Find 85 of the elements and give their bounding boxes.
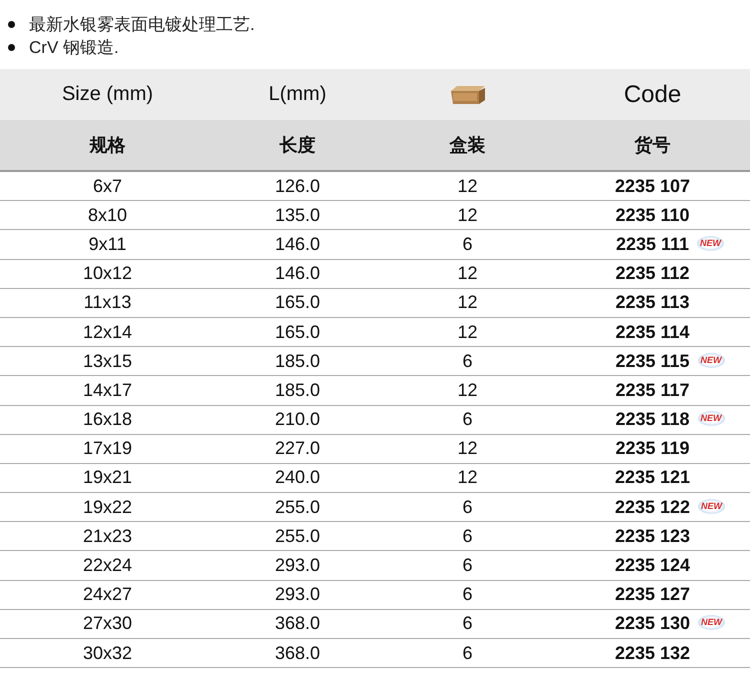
column-header: 盒装 bbox=[450, 134, 486, 157]
table-cell: 12 bbox=[457, 176, 478, 197]
table-cell: 6 bbox=[462, 350, 472, 372]
new-badge: NEW bbox=[698, 411, 725, 426]
box-icon bbox=[448, 84, 486, 104]
table-cell: 12 bbox=[457, 204, 478, 226]
table-cell: 12 bbox=[457, 263, 478, 284]
new-badge: NEW bbox=[697, 236, 724, 251]
bullet-text: 最新水银雾表面电镀处理工艺. bbox=[29, 14, 255, 36]
table-cell: 2235 115 bbox=[615, 350, 690, 371]
table-cell: 255.0 bbox=[274, 496, 320, 518]
table-cell: 2235 111 bbox=[616, 234, 690, 254]
table-cell: 6x7 bbox=[92, 176, 122, 197]
table-cell: 368.0 bbox=[274, 642, 320, 664]
table-cell: 2235 107 bbox=[614, 176, 690, 196]
table-cell: 12 bbox=[457, 467, 478, 488]
table-cell: 24x27 bbox=[82, 584, 132, 606]
table-cell: 2235 132 bbox=[614, 642, 690, 663]
column-header: 规格 bbox=[90, 134, 126, 157]
table-cell: 12 bbox=[457, 438, 478, 460]
table-cell: 2235 114 bbox=[615, 322, 690, 342]
table-cell: 10x12 bbox=[82, 263, 132, 284]
table-cell: 19x21 bbox=[82, 467, 132, 488]
table-cell: 16x18 bbox=[82, 409, 132, 430]
table-cell: 165.0 bbox=[274, 292, 320, 314]
column-header: Code bbox=[624, 80, 682, 108]
table-cell: 2235 119 bbox=[615, 438, 690, 458]
table-cell: 227.0 bbox=[274, 438, 320, 460]
table-cell: 13x15 bbox=[82, 350, 132, 372]
table-cell: 135.0 bbox=[274, 204, 320, 226]
table-cell: 368.0 bbox=[274, 613, 320, 634]
table-cell: 146.0 bbox=[274, 263, 320, 284]
table-cell: 6 bbox=[462, 526, 472, 547]
table-cell: 11x13 bbox=[84, 292, 132, 314]
table-cell: 19x22 bbox=[82, 496, 132, 518]
table-cell: 6 bbox=[462, 584, 472, 606]
table-cell: 12 bbox=[457, 292, 478, 314]
table-cell: 210.0 bbox=[274, 409, 320, 430]
table-cell: 12 bbox=[457, 322, 478, 343]
table-cell: 6 bbox=[462, 555, 472, 576]
table-cell: 2235 127 bbox=[614, 584, 690, 604]
table-cell: 126.0 bbox=[274, 176, 320, 197]
table-cell: 14x17 bbox=[82, 380, 132, 401]
column-header: Size (mm) bbox=[62, 83, 154, 106]
new-badge: NEW bbox=[698, 498, 726, 514]
table-cell: 6 bbox=[462, 409, 472, 430]
table-cell: 6 bbox=[462, 234, 472, 255]
table-cell: 2235 113 bbox=[615, 292, 690, 312]
table-cell: 22x24 bbox=[82, 555, 132, 576]
table-cell: 185.0 bbox=[274, 350, 320, 372]
column-header: 长度 bbox=[280, 134, 316, 157]
table-cell: 2235 110 bbox=[615, 204, 690, 225]
column-header: 货号 bbox=[634, 134, 670, 157]
table-cell: 165.0 bbox=[274, 322, 320, 343]
table-cell: 2235 117 bbox=[615, 380, 690, 400]
table-cell: 21x23 bbox=[82, 526, 132, 547]
table-cell: 185.0 bbox=[274, 380, 320, 401]
bullet-icon bbox=[8, 44, 15, 51]
table-cell: 12 bbox=[457, 380, 478, 401]
table-cell: 2235 122 bbox=[614, 496, 690, 517]
table-cell: 146.0 bbox=[274, 234, 320, 255]
table-cell: 17x19 bbox=[82, 438, 132, 460]
table-cell: 8x10 bbox=[88, 204, 128, 226]
new-badge: NEW bbox=[698, 615, 726, 630]
column-header: L(mm) bbox=[268, 83, 326, 106]
table-cell: 2235 112 bbox=[615, 263, 690, 284]
table-cell: 6 bbox=[462, 642, 472, 664]
table-cell: 12x14 bbox=[82, 322, 132, 343]
table-cell: 255.0 bbox=[274, 526, 320, 547]
new-badge: NEW bbox=[698, 352, 725, 368]
table-cell: 240.0 bbox=[274, 467, 320, 488]
table-cell: 30x32 bbox=[82, 642, 132, 664]
table-cell: 2235 121 bbox=[614, 467, 690, 488]
table-cell: 2235 130 bbox=[614, 613, 690, 634]
table-cell: 2235 123 bbox=[614, 526, 690, 546]
table-cell: 27x30 bbox=[82, 613, 132, 634]
bullet-icon bbox=[8, 21, 15, 28]
table-cell: 293.0 bbox=[274, 555, 320, 576]
table-cell: 6 bbox=[462, 613, 472, 634]
bullet-text: CrV 钢锻造. bbox=[29, 37, 119, 59]
table-cell: 2235 124 bbox=[614, 555, 690, 576]
table-cell: 9x11 bbox=[88, 234, 126, 255]
table-cell: 293.0 bbox=[274, 584, 320, 606]
table-cell: 6 bbox=[462, 496, 472, 518]
table-cell: 2235 118 bbox=[615, 409, 690, 430]
